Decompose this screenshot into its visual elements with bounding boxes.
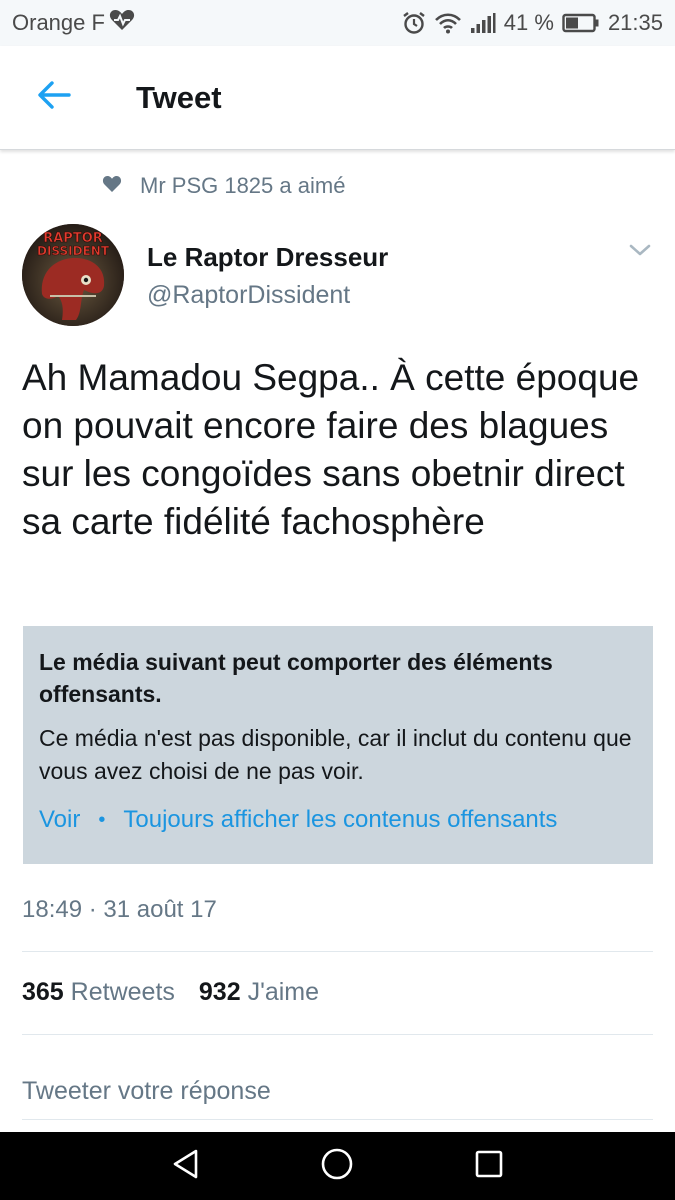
status-bar: Orange F 41 % 21:35 [0,0,675,46]
warning-title: Le média suivant peut comporter des élém… [39,649,553,707]
likes-stat[interactable]: 932 J'aime [199,978,319,1007]
tweet-timestamp[interactable]: 18:49 · 31 août 17 [22,896,217,924]
carrier-name: Orange F [12,10,105,35]
author-name[interactable]: Le Raptor Dresseur [147,242,388,273]
tweet-author: RAPTOR DISSIDENT Le Raptor Dresseur @Rap… [22,224,653,328]
triangle-back-icon [170,1148,202,1185]
chevron-down-icon [627,244,653,264]
tweet-menu-button[interactable] [627,240,653,260]
app-header: Tweet [0,46,675,150]
tweet-stats: 365 Retweets 932 J'aime [22,978,319,1007]
wifi-icon [434,12,462,34]
back-button[interactable] [24,68,84,128]
nav-back-button[interactable] [156,1136,216,1196]
always-show-sensitive-link[interactable]: Toujours afficher les contenus offensant… [123,806,557,834]
divider [22,1034,653,1035]
social-context[interactable]: Mr PSG 1825 a aimé [102,173,345,199]
page-title: Tweet [136,79,222,115]
likes-label: J'aime [247,978,320,1006]
likes-count: 932 [198,978,241,1006]
warning-actions: Voir • Toujours afficher les contenus of… [39,806,637,834]
svg-text:DISSIDENT: DISSIDENT [37,244,110,258]
separator-dot: • [98,808,106,831]
liked-by-text: Mr PSG 1825 a aimé [140,173,346,198]
circle-home-icon [320,1147,354,1186]
signal-icon [470,12,496,34]
nav-home-button[interactable] [307,1136,367,1196]
status-time: 21:35 [607,10,663,35]
heart-icon [102,173,122,199]
retweets-count: 365 [22,978,64,1006]
battery-percent: 41 % [503,10,554,35]
retweets-stat[interactable]: 365 Retweets [22,978,175,1007]
battery-icon [562,13,600,33]
sensitive-media-warning: Le média suivant peut comporter des élém… [23,626,653,864]
warning-body: Ce média n'est pas disponible, car il in… [39,725,632,784]
system-nav-bar [0,1132,675,1200]
divider [22,951,653,952]
reply-input[interactable] [22,1064,653,1120]
author-handle[interactable]: @RaptorDissident [147,281,350,310]
retweets-label: Retweets [70,978,175,1006]
arrow-left-icon [37,81,71,114]
alarm-icon [402,11,426,35]
tweet-text: Ah Mamadou Segpa.. À cette époque on pou… [22,357,640,542]
heart-pulse-icon [109,9,135,37]
view-media-link[interactable]: Voir [39,806,80,834]
square-recents-icon [474,1149,504,1184]
nav-recents-button[interactable] [459,1136,519,1196]
avatar[interactable]: RAPTOR DISSIDENT [22,224,124,326]
